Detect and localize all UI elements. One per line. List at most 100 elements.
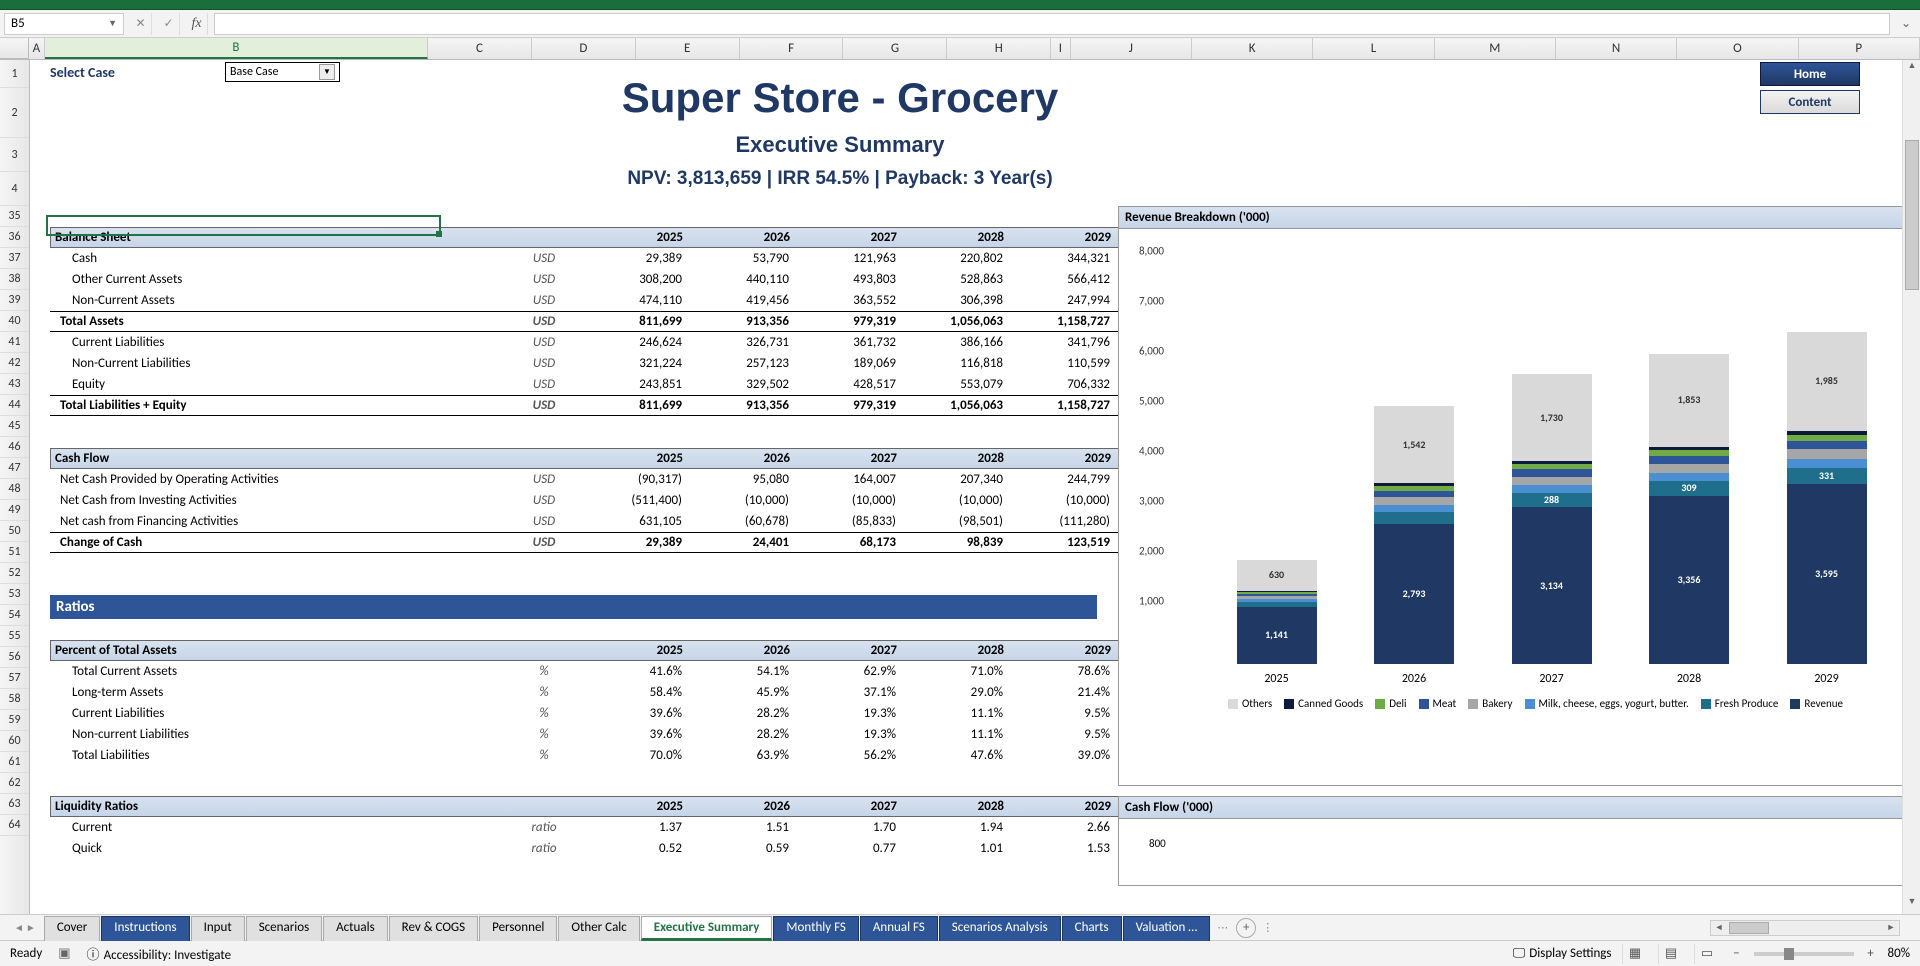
row-header[interactable]: 49 [0, 500, 29, 521]
row-header[interactable]: 42 [0, 353, 29, 374]
row-header[interactable]: 62 [0, 773, 29, 794]
row-header[interactable]: 58 [0, 689, 29, 710]
col-header[interactable]: M [1435, 38, 1556, 59]
formula-expand-icon[interactable]: ⌄ [1896, 16, 1916, 31]
row-header[interactable]: 46 [0, 437, 29, 458]
col-header[interactable]: K [1192, 38, 1313, 59]
row-header[interactable]: 63 [0, 794, 29, 815]
row-header[interactable]: 39 [0, 290, 29, 311]
row-header[interactable]: 54 [0, 605, 29, 626]
home-button[interactable]: Home [1760, 62, 1860, 86]
zoom-in-button[interactable]: + [1864, 946, 1878, 961]
scrollbar-thumb[interactable] [1729, 922, 1769, 934]
row-header[interactable]: 2 [0, 88, 29, 138]
sheet-tab[interactable]: Executive Summary [641, 916, 773, 941]
macro-record-icon[interactable]: ▣ [58, 946, 70, 961]
sheet-tab[interactable]: Annual FS [860, 916, 938, 941]
row-header[interactable]: 64 [0, 815, 29, 836]
row-header[interactable]: 35 [0, 206, 29, 227]
row-header[interactable]: 57 [0, 668, 29, 689]
row-header[interactable]: 41 [0, 332, 29, 353]
row-header[interactable]: 38 [0, 269, 29, 290]
col-header[interactable]: A [29, 38, 45, 59]
accessibility-status[interactable]: ⓘAccessibility: Investigate [87, 944, 232, 963]
row-header[interactable]: 59 [0, 710, 29, 731]
sheet-tab[interactable]: Other Calc [558, 916, 639, 941]
row-header[interactable]: 48 [0, 479, 29, 500]
sheet-tab[interactable]: Monthly FS [773, 916, 858, 941]
row-header[interactable]: 3 [0, 138, 29, 172]
cell-value: 29,389 [583, 535, 690, 550]
scrollbar-thumb[interactable] [1905, 140, 1919, 290]
sheet-tab[interactable]: Personnel [479, 916, 557, 941]
case-dropdown[interactable]: Base Case ▼ [225, 62, 340, 82]
sheet-tab[interactable]: Actuals [323, 916, 388, 941]
sheet-tab[interactable]: Charts [1062, 916, 1122, 941]
fx-icon[interactable]: fx [186, 13, 208, 35]
row-header[interactable]: 1 [0, 60, 29, 88]
select-all-corner[interactable] [0, 38, 29, 59]
scroll-right-icon[interactable]: ► [1883, 922, 1899, 933]
display-settings[interactable]: 🖵Display Settings [1513, 946, 1612, 961]
row-header[interactable]: 45 [0, 416, 29, 437]
col-header[interactable]: D [532, 38, 636, 59]
vertical-scrollbar[interactable]: ▲ ▼ [1902, 60, 1920, 914]
confirm-icon[interactable]: ✓ [158, 13, 180, 35]
zoom-slider[interactable] [1754, 952, 1854, 956]
sheet-tab[interactable]: Input [191, 916, 245, 941]
scroll-down-icon[interactable]: ▼ [1903, 896, 1920, 914]
col-header[interactable]: H [947, 38, 1051, 59]
page-break-icon[interactable]: ▭ [1694, 944, 1720, 964]
zoom-level[interactable]: 80% [1888, 946, 1910, 961]
row-header[interactable]: 40 [0, 311, 29, 332]
row-header[interactable]: 4 [0, 172, 29, 206]
row-header[interactable]: 60 [0, 731, 29, 752]
row-header[interactable]: 56 [0, 647, 29, 668]
chevron-down-icon[interactable]: ▼ [319, 64, 335, 80]
sheet-tab[interactable]: Rev & COGS [389, 916, 478, 941]
row-header[interactable]: 50 [0, 521, 29, 542]
col-header[interactable]: O [1677, 38, 1798, 59]
tab-nav[interactable]: ◄► [6, 921, 44, 934]
horizontal-scrollbar[interactable]: ◄ ► [1710, 920, 1900, 936]
zoom-out-button[interactable]: − [1730, 946, 1744, 961]
col-header[interactable]: L [1313, 38, 1434, 59]
sheet-tab[interactable]: Cover [44, 916, 100, 941]
row-header[interactable]: 43 [0, 374, 29, 395]
row-header[interactable]: 52 [0, 563, 29, 584]
sheet-tab[interactable]: Scenarios Analysis [939, 916, 1061, 941]
row-header[interactable]: 44 [0, 395, 29, 416]
col-header[interactable]: F [740, 38, 844, 59]
cell-value: 37.1% [797, 685, 904, 700]
row-header[interactable]: 51 [0, 542, 29, 563]
row-header[interactable]: 47 [0, 458, 29, 479]
scroll-up-icon[interactable]: ▲ [1903, 60, 1920, 78]
row-header[interactable]: 55 [0, 626, 29, 647]
col-header[interactable]: B [45, 38, 428, 59]
tabs-more-icon[interactable]: ⋯ [1217, 921, 1228, 934]
normal-view-icon[interactable]: ▦ [1622, 944, 1648, 964]
cancel-icon[interactable]: ✕ [130, 13, 152, 35]
formula-input[interactable] [214, 13, 1890, 35]
row-header[interactable]: 36 [0, 227, 29, 248]
page-layout-icon[interactable]: ▤ [1658, 944, 1684, 964]
content-button[interactable]: Content [1760, 90, 1860, 114]
col-header[interactable]: C [428, 38, 532, 59]
sheet-tab[interactable]: Scenarios [246, 916, 322, 941]
sheet-tab[interactable]: Valuation … [1123, 916, 1211, 941]
col-header[interactable]: E [636, 38, 740, 59]
chevron-down-icon[interactable]: ▼ [108, 18, 117, 29]
row-header[interactable]: 37 [0, 248, 29, 269]
col-header[interactable]: J [1071, 38, 1192, 59]
spreadsheet-grid[interactable]: Select Case Base Case ▼ Super Store - Gr… [30, 60, 1920, 914]
row-header[interactable]: 53 [0, 584, 29, 605]
col-header[interactable]: N [1556, 38, 1677, 59]
add-sheet-button[interactable]: + [1236, 918, 1256, 938]
row-header[interactable]: 61 [0, 752, 29, 773]
col-header[interactable]: I [1051, 38, 1070, 59]
name-box[interactable]: B5 ▼ [4, 13, 124, 35]
col-header[interactable]: P [1799, 38, 1920, 59]
col-header[interactable]: G [843, 38, 947, 59]
sheet-tab[interactable]: Instructions [101, 916, 189, 941]
scroll-left-icon[interactable]: ◄ [1711, 922, 1727, 933]
